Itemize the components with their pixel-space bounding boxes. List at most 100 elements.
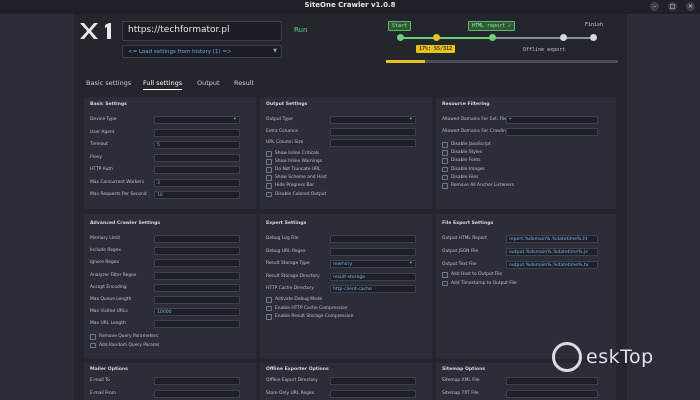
store-only-url-regex-input[interactable] xyxy=(330,390,416,398)
accept-encoding-input[interactable] xyxy=(154,283,240,292)
device-type-input[interactable]: ▾ xyxy=(154,116,240,124)
allowed-domains-for-crawling-input[interactable] xyxy=(506,128,598,136)
setting-label: Output JSON File xyxy=(442,249,479,254)
extra-columns-input[interactable] xyxy=(330,127,416,136)
memory-limit-input[interactable] xyxy=(154,235,240,243)
siteone-logo-icon xyxy=(80,23,111,39)
mailer-panel: Mailer Options E-mail To E-mail From xyxy=(84,363,256,400)
checkbox-icon[interactable] xyxy=(266,314,272,320)
run-button[interactable]: Run xyxy=(294,26,307,34)
checkbox-label: Add Host to Output File xyxy=(451,272,503,277)
result-storage-type-input[interactable]: memory ▾ xyxy=(330,260,416,268)
setting-label: Analyzer Filter Regex xyxy=(90,272,137,278)
http-auth-input[interactable] xyxy=(154,166,240,174)
setting-label: URL Column Size xyxy=(266,140,304,145)
allowed-domains-for-ext-files-input[interactable]: * xyxy=(506,116,598,124)
checkbox-label: Show Scheme and Host xyxy=(275,175,327,181)
history-select[interactable]: <= Load settings from history (1) => ▼ xyxy=(122,45,282,58)
checkbox-icon[interactable] xyxy=(266,151,272,157)
checkbox-label: Disable Colored Output xyxy=(275,191,327,197)
checkbox-label: Activate Debug Mode xyxy=(275,297,323,302)
setting-row-proxy: Proxy xyxy=(90,153,246,163)
checkbox-icon[interactable] xyxy=(442,142,448,148)
progress-bar-track xyxy=(386,60,618,63)
sitemap-txt-file-input[interactable] xyxy=(506,390,598,398)
proxy-input[interactable] xyxy=(154,153,240,162)
progress-node-start xyxy=(397,34,404,41)
checkbox-icon[interactable] xyxy=(442,280,448,286)
max-concurrent-workers-input[interactable]: 3 xyxy=(154,178,240,187)
debug-log-file-input[interactable] xyxy=(330,235,416,243)
checkbox-icon[interactable] xyxy=(442,272,448,278)
maximize-icon[interactable]: □ xyxy=(668,2,677,11)
max-visited-urls-input[interactable]: 10000 xyxy=(154,308,240,317)
setting-label: Result Storage Type xyxy=(266,261,310,266)
e-mail-to-input[interactable] xyxy=(154,377,240,385)
sitemap-title: Sitemap Options xyxy=(442,367,486,372)
output-settings-panel: Output Settings Output Type ▾ Extra Column… xyxy=(260,97,432,209)
window-title: SiteOne Crawler v1.0.8 xyxy=(304,1,396,9)
debug-url-regex-input[interactable] xyxy=(330,247,416,256)
checkbox-icon[interactable] xyxy=(442,150,448,156)
checkbox-icon[interactable] xyxy=(266,175,272,181)
checkbox-icon[interactable] xyxy=(442,183,448,189)
setting-row-device-type: Device Type ▾ xyxy=(90,116,246,125)
checkbox-icon[interactable] xyxy=(90,334,96,340)
close-icon[interactable]: × xyxy=(686,2,695,11)
url-column-size-input[interactable] xyxy=(330,139,416,147)
setting-row-max-queue-length: Max Queue Length xyxy=(90,296,246,305)
e-mail-from-input[interactable] xyxy=(154,390,240,398)
http-cache-directory-input[interactable]: http-client-cache xyxy=(330,285,416,293)
offline-export-directory-input[interactable] xyxy=(330,377,416,385)
setting-row-sitemap-txt-file: Sitemap TXT File xyxy=(442,390,604,399)
minimize-icon[interactable]: – xyxy=(650,2,659,11)
output-text-file-input[interactable]: output.%domain%.%datetime%.tx xyxy=(506,261,598,269)
result-storage-directory-input[interactable]: result-storage xyxy=(330,272,416,281)
checkbox-icon[interactable] xyxy=(442,174,448,181)
setting-row-url-column-size: URL Column Size xyxy=(266,139,422,148)
setting-label: Allowed Domains For Ext. Files xyxy=(442,117,510,122)
tab-output[interactable]: Output xyxy=(197,79,220,87)
checkbox-icon[interactable] xyxy=(442,158,448,164)
checkbox-label: Remove All Anchor Listeners xyxy=(451,183,514,188)
setting-label: Include Regex xyxy=(90,248,121,254)
max-queue-length-input[interactable] xyxy=(154,296,240,304)
setting-label: Result Storage Directory xyxy=(266,273,320,279)
checkbox-label: Hide Progress Bar xyxy=(275,183,315,189)
setting-label: Proxy xyxy=(90,154,103,160)
setting-row-user-agent: User Agent xyxy=(90,128,246,138)
output-html-report-input[interactable]: report.%domain%.%datetime%.ht xyxy=(506,235,598,243)
timeout-input[interactable]: 5 xyxy=(154,141,240,149)
setting-label: Extra Columns xyxy=(266,128,299,134)
ignore-regex-input[interactable] xyxy=(154,259,240,268)
checkbox-label: Add Random Query Params xyxy=(99,342,160,348)
checkbox-icon[interactable] xyxy=(266,305,272,311)
checkbox-icon[interactable] xyxy=(266,159,272,165)
checkbox-label: Add Timestamp to Output File xyxy=(451,280,517,286)
tab-basic-settings[interactable]: Basic settings xyxy=(86,79,131,87)
tab-full-settings[interactable]: Full settings xyxy=(143,79,183,90)
checkbox-icon[interactable] xyxy=(90,342,96,349)
output-type-input[interactable]: ▾ xyxy=(330,116,416,124)
checkbox-label: Disable JavaScript xyxy=(451,142,491,147)
setting-label: Allowed Domains For Crawling xyxy=(442,129,509,134)
max-requests-per-second-input[interactable]: 10 xyxy=(154,191,240,199)
offline-title: Offline Exporter Options xyxy=(266,367,329,372)
checkbox-icon[interactable] xyxy=(442,166,448,173)
basic-settings-title: Basic Settings xyxy=(90,102,127,107)
output-json-file-input[interactable]: output.%domain%.%datetime%.js xyxy=(506,248,598,256)
desktop-background-left xyxy=(0,14,74,400)
analyzer-filter-regex-input[interactable] xyxy=(154,271,240,280)
setting-row-allowed-domains-for-ext-files: Allowed Domains For Ext. Files * xyxy=(442,116,604,125)
max-url-length-input[interactable] xyxy=(154,320,240,329)
checkbox-icon[interactable] xyxy=(266,297,272,303)
setting-row-include-regex: Include Regex xyxy=(90,247,246,256)
checkbox-icon[interactable] xyxy=(266,183,272,189)
include-regex-input[interactable] xyxy=(154,247,240,256)
url-input[interactable]: https://techformator.pl xyxy=(122,21,282,41)
tab-result[interactable]: Result xyxy=(234,79,254,87)
user-agent-input[interactable] xyxy=(154,128,240,137)
checkbox-icon[interactable] xyxy=(266,191,272,197)
checkbox-icon[interactable] xyxy=(266,167,272,173)
chevron-down-icon: ▼ xyxy=(273,48,277,54)
